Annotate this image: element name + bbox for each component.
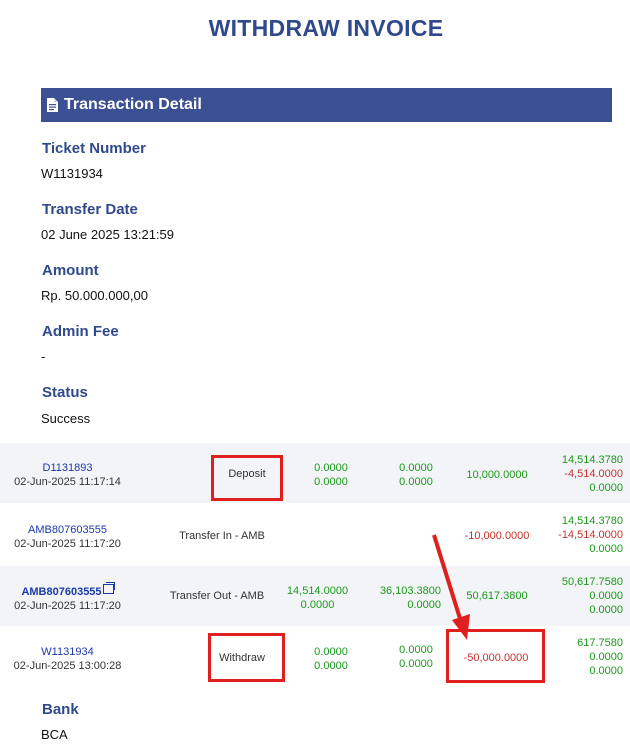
balance-cell: 0.0000 xyxy=(589,482,623,494)
deposit-highlight-box xyxy=(211,455,283,501)
withdraw-highlight-box xyxy=(208,633,285,682)
balance-cell: 50,617.7580 xyxy=(561,576,623,588)
bank-label: Bank xyxy=(42,701,79,718)
status-label: Status xyxy=(42,384,88,401)
admin-fee-value: - xyxy=(41,349,46,364)
amount-cell: 50,617.3800 xyxy=(466,590,528,602)
amount-value: Rp. 50.000.000,00 xyxy=(41,288,148,303)
value-cell: 0.0000 xyxy=(399,644,433,656)
balance-cell: 0.0000 xyxy=(589,543,623,555)
value-cell: 0.0000 xyxy=(399,476,433,488)
balance-cell: 0.0000 xyxy=(589,604,623,616)
balance-cell: 14,514.3780 xyxy=(561,454,623,466)
document-icon xyxy=(47,98,58,112)
transaction-detail-header: Transaction Detail xyxy=(41,88,612,122)
transfer-date-label: Transfer Date xyxy=(42,201,138,218)
status-value: Success xyxy=(41,411,91,426)
value-cell: 0.0000 xyxy=(314,646,348,658)
copy-icon-back xyxy=(105,582,115,590)
transfer-date-value: 02 June 2025 13:21:59 xyxy=(41,227,175,242)
table-row: D1131893 02-Jun-2025 11:17:14 Deposit 0.… xyxy=(0,443,630,503)
value-cell: 0.0000 xyxy=(399,658,433,670)
balance-cell: -4,514.0000 xyxy=(564,468,623,480)
transaction-date: 02-Jun-2025 11:17:14 xyxy=(14,476,121,488)
amount-cell: 10,000.0000 xyxy=(466,469,528,481)
transaction-date: 02-Jun-2025 13:00:28 xyxy=(13,660,122,672)
value-cell: 0.0000 xyxy=(300,599,335,611)
balance-cell: 0.0000 xyxy=(589,590,623,602)
amount-cell: -10,000.0000 xyxy=(464,530,530,542)
balance-cell: 0.0000 xyxy=(589,665,623,677)
transaction-id-text: AMB807603555 xyxy=(21,586,102,598)
copy-icon[interactable] xyxy=(102,582,115,594)
transaction-id-link[interactable]: AMB807603555 xyxy=(0,582,135,599)
table-row: AMB807603555 02-Jun-2025 11:17:20 Transf… xyxy=(0,566,630,626)
balance-cell: 0.0000 xyxy=(589,651,623,663)
transaction-id-link[interactable]: W1131934 xyxy=(0,645,135,659)
value-cell: 14,514.0000 xyxy=(286,585,349,597)
ticket-number-label: Ticket Number xyxy=(42,140,146,157)
value-cell: 0.0000 xyxy=(399,462,433,474)
value-cell: 0.0000 xyxy=(314,476,348,488)
value-cell: 0.0000 xyxy=(407,599,441,611)
balance-cell: 14,514.3780 xyxy=(561,515,623,527)
admin-fee-label: Admin Fee xyxy=(42,323,119,340)
page-title: WITHDRAW INVOICE xyxy=(208,15,444,41)
transaction-date: 02-Jun-2025 11:17:20 xyxy=(14,600,121,612)
amount-highlight-box xyxy=(446,629,545,683)
value-cell: 0.0000 xyxy=(314,660,348,672)
transaction-id-link[interactable]: AMB807603555 xyxy=(0,523,135,537)
balance-cell: -14,514.0000 xyxy=(558,529,623,541)
bank-value: BCA xyxy=(41,727,68,742)
value-cell: 36,103.3800 xyxy=(379,585,441,597)
transaction-date: 02-Jun-2025 11:17:20 xyxy=(14,538,121,550)
transaction-id-link[interactable]: D1131893 xyxy=(0,461,135,475)
balance-cell: 617.7580 xyxy=(577,637,623,649)
transaction-type: Transfer Out - AMB xyxy=(169,590,265,602)
value-cell: 0.0000 xyxy=(314,462,348,474)
transaction-type: Transfer In - AMB xyxy=(179,530,265,542)
section-title: Transaction Detail xyxy=(64,96,202,113)
table-row: AMB807603555 02-Jun-2025 11:17:20 Transf… xyxy=(0,505,630,565)
ticket-number-value: W1131934 xyxy=(41,166,103,181)
amount-label: Amount xyxy=(42,262,99,279)
